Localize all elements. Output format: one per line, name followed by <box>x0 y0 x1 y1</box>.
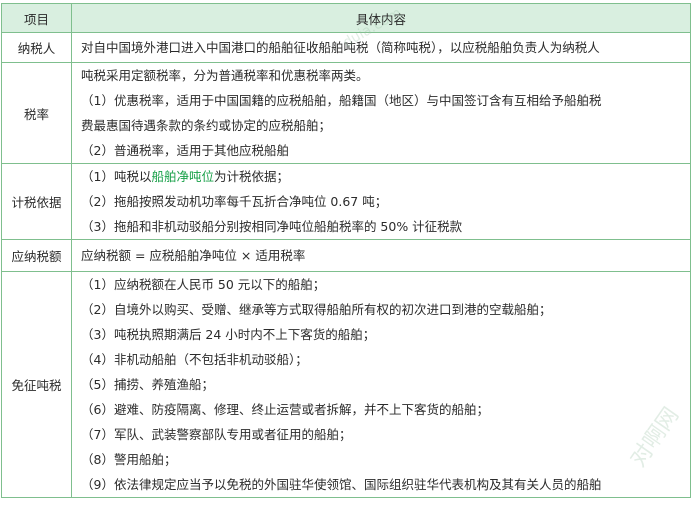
content-line: 应纳税额 = 应税船舶净吨位 × 适用税率 <box>81 248 306 263</box>
row-content: （1）吨税以船舶净吨位为计税依据； （2）拖船按照发动机功率每千瓦折合净吨位 0… <box>71 163 691 240</box>
row-exempt: 免征吨税 （1）应纳税额在人民币 50 元以下的船舶； （2）自境外以购买、受赠… <box>1 271 691 498</box>
row-item-label: 计税依据 <box>1 163 72 240</box>
row-content: 对自中国境外港口进入中国港口的船舶征收船舶吨税（简称吨税），以应税船舶负责人为纳… <box>71 32 691 63</box>
row-item-label: 应纳税额 <box>1 239 72 272</box>
content-line: （2）拖船按照发动机功率每千瓦折合净吨位 0.67 吨； <box>81 194 388 209</box>
content-line: （3）拖船和非机动驳船分别按相同净吨位船舶税率的 50% 计征税款 <box>81 219 463 234</box>
tax-table: 项目 具体内容 纳税人 对自中国境外港口进入中国港口的船舶征收船舶吨税（简称吨税… <box>1 3 691 498</box>
content-line: （1）吨税以船舶净吨位为计税依据； <box>81 164 686 189</box>
row-item-label: 纳税人 <box>1 32 72 63</box>
row-content: 吨税采用定额税率，分为普通税率和优惠税率两类。 （1）优惠税率，适用于中国国籍的… <box>71 62 691 164</box>
content-line: （1）应纳税额在人民币 50 元以下的船舶； <box>81 277 326 292</box>
highlight-term: 船舶净吨位 <box>151 169 214 184</box>
row-item-label: 税率 <box>1 62 72 164</box>
content-line: （8）警用船舶； <box>81 452 177 467</box>
content-line: （3）吨税执照期满后 24 小时内不上下客货的船舶； <box>81 327 376 342</box>
content-line: （9）依法律规定应当予以免税的外国驻华使领馆、国际组织驻华代表机构及其有关人员的… <box>81 477 602 492</box>
row-taxpayer: 纳税人 对自中国境外港口进入中国港口的船舶征收船舶吨税（简称吨税），以应税船舶负… <box>1 32 691 63</box>
content-line: （7）军队、武装警察部队专用或者征用的船舶； <box>81 427 352 442</box>
row-payable: 应纳税额 应纳税额 = 应税船舶净吨位 × 适用税率 <box>1 239 691 272</box>
row-content: （1）应纳税额在人民币 50 元以下的船舶； （2）自境外以购买、受赠、继承等方… <box>71 271 691 498</box>
content-line: 吨税采用定额税率，分为普通税率和优惠税率两类。 <box>81 68 369 83</box>
content-line: 对自中国境外港口进入中国港口的船舶征收船舶吨税（简称吨税），以应税船舶负责人为纳… <box>81 40 600 55</box>
content-line: （1）优惠税率，适用于中国国籍的应税船舶，船籍国（地区）与中国签订含有互相给予船… <box>81 93 602 108</box>
header-row: 项目 具体内容 <box>1 3 691 33</box>
content-line: （2）自境外以购买、受赠、继承等方式取得船舶所有权的初次进口到港的空载船舶； <box>81 302 552 317</box>
line-suffix: 为计税依据； <box>213 169 289 184</box>
content-line: （4）非机动船舶（不包括非机动驳船）； <box>81 352 308 367</box>
content-line: （5）捕捞、养殖渔船； <box>81 377 214 392</box>
line-prefix: （1）吨税以 <box>81 169 152 184</box>
content-line: 费最惠国待遇条款的条约或协定的应税船舶； <box>81 118 332 133</box>
header-item: 项目 <box>1 3 72 33</box>
row-content: 应纳税额 = 应税船舶净吨位 × 适用税率 <box>71 239 691 272</box>
header-content: 具体内容 <box>71 3 691 33</box>
content-line: （6）避难、防疫隔离、修理、终止运营或者拆解，并不上下客货的船舶； <box>81 402 489 417</box>
row-item-label: 免征吨税 <box>1 271 72 498</box>
content-line: （2）普通税率，适用于其他应税船舶 <box>81 143 289 158</box>
row-basis: 计税依据 （1）吨税以船舶净吨位为计税依据； （2）拖船按照发动机功率每千瓦折合… <box>1 163 691 240</box>
row-rate: 税率 吨税采用定额税率，分为普通税率和优惠税率两类。 （1）优惠税率，适用于中国… <box>1 62 691 164</box>
